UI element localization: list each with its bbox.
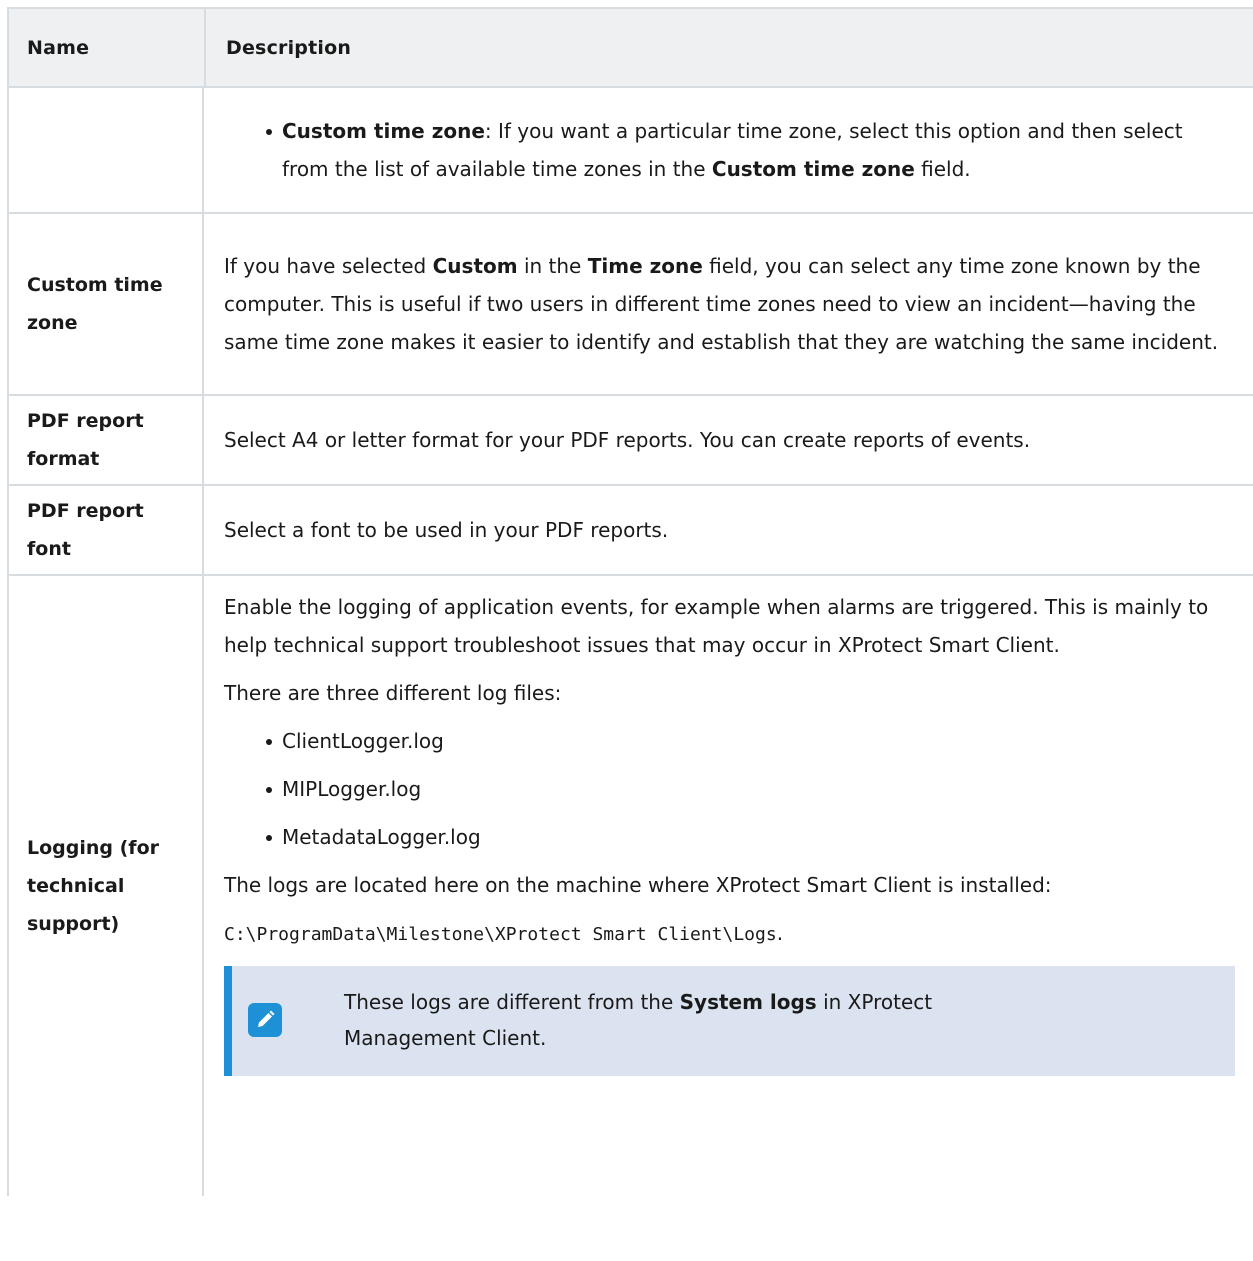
log-file-list: ClientLogger.log MIPLogger.log MetadataL… bbox=[224, 722, 1233, 856]
header-name: Name bbox=[9, 9, 206, 86]
row-description: Custom time zone: If you want a particul… bbox=[204, 88, 1253, 212]
bullet-list: Custom time zone: If you want a particul… bbox=[224, 112, 1233, 188]
table-row-time-zone-continued: Custom time zone: If you want a particul… bbox=[7, 86, 1253, 212]
row-name: PDF report font bbox=[7, 486, 204, 574]
settings-table: Name Description Custom time zone: If yo… bbox=[7, 7, 1253, 1196]
table-row-custom-time-zone: Custom time zone If you have selected Cu… bbox=[7, 212, 1253, 394]
logging-location-text: The logs are located here on the machine… bbox=[224, 873, 1052, 897]
row-description: If you have selected Custom in the Time … bbox=[224, 254, 1219, 354]
row-name: Custom time zone bbox=[7, 214, 204, 394]
list-item: Custom time zone: If you want a particul… bbox=[224, 112, 1233, 188]
logging-paragraph: Enable the logging of application events… bbox=[224, 595, 1209, 657]
list-item: ClientLogger.log bbox=[224, 722, 1233, 760]
row-name: PDF report format bbox=[7, 396, 204, 484]
note-box: These logs are different from the System… bbox=[224, 966, 1235, 1076]
list-item: MetadataLogger.log bbox=[224, 818, 1233, 856]
pencil-icon bbox=[248, 1003, 282, 1037]
log-path: C:\ProgramData\Milestone\XProtect Smart … bbox=[224, 921, 784, 945]
note-text: These logs are different from the System… bbox=[344, 990, 933, 1050]
header-description: Description bbox=[226, 36, 352, 59]
row-name-empty bbox=[7, 88, 204, 212]
table-row-pdf-report-format: PDF report format Select A4 or letter fo… bbox=[7, 394, 1253, 484]
list-item: MIPLogger.log bbox=[224, 770, 1233, 808]
row-name: Logging (for technical support) bbox=[7, 576, 204, 1196]
row-description: Enable the logging of application events… bbox=[204, 576, 1253, 1196]
logging-files-intro: There are three different log files: bbox=[224, 681, 562, 705]
table-row-pdf-report-font: PDF report font Select a font to be used… bbox=[7, 484, 1253, 574]
row-description: Select A4 or letter format for your PDF … bbox=[224, 428, 1031, 452]
row-description: Select a font to be used in your PDF rep… bbox=[224, 518, 669, 542]
table-row-logging: Logging (for technical support) Enable t… bbox=[7, 574, 1253, 1196]
table-header: Name Description bbox=[7, 7, 1253, 86]
